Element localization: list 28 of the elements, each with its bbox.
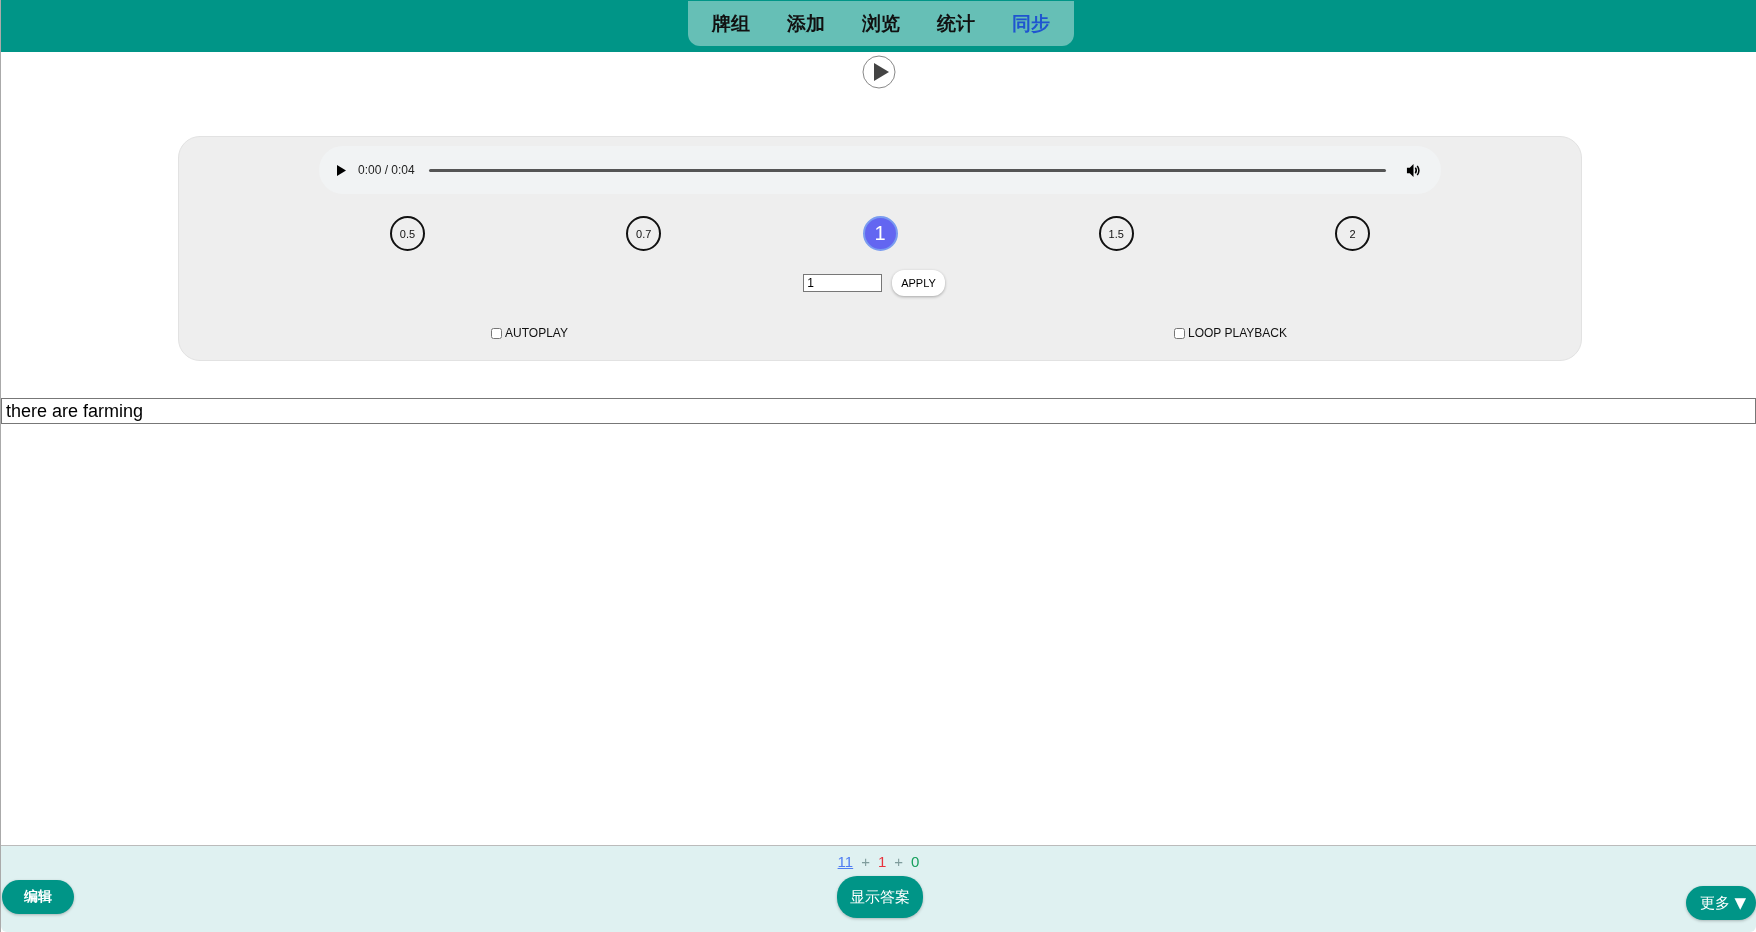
show-answer-button[interactable]: 显示答案	[836, 876, 923, 918]
apply-button[interactable]: APPLY	[892, 270, 945, 296]
speed-button[interactable]: 1.5	[1098, 216, 1134, 251]
audio-time: 0:00 / 0:04	[358, 163, 415, 177]
checkbox-label: LOOP PLAYBACK	[1188, 326, 1287, 340]
progress-track[interactable]	[428, 168, 1386, 172]
edit-button[interactable]: 编辑	[2, 880, 74, 914]
speed-button[interactable]: 2	[1335, 216, 1370, 251]
plus-sign: +	[894, 853, 904, 870]
nav-tab[interactable]: 添加	[786, 10, 825, 37]
speaker-icon[interactable]	[1406, 162, 1421, 178]
nav-tab[interactable]: 牌组	[711, 10, 750, 37]
due-count: 1	[877, 853, 887, 870]
checkbox-label: AUTOPLAY	[505, 326, 568, 340]
nav-tab[interactable]: 浏览	[861, 10, 900, 37]
answer-field[interactable]: there are farming	[1, 398, 1756, 424]
nav-tab[interactable]: 统计	[936, 10, 975, 37]
plus-sign: +	[861, 853, 870, 870]
play-icon[interactable]	[861, 55, 896, 89]
due-count: 0	[911, 853, 920, 870]
checkbox[interactable]	[1174, 327, 1186, 339]
more-button[interactable]: 更多 ▼	[1685, 886, 1756, 920]
speed-button[interactable]: 1	[862, 216, 898, 251]
checkbox[interactable]	[491, 327, 503, 339]
play-icon[interactable]	[337, 164, 346, 176]
speed-button[interactable]: 0.5	[390, 216, 425, 251]
speed-button[interactable]: 0.7	[626, 216, 662, 251]
rate-input[interactable]: 1	[803, 274, 883, 292]
